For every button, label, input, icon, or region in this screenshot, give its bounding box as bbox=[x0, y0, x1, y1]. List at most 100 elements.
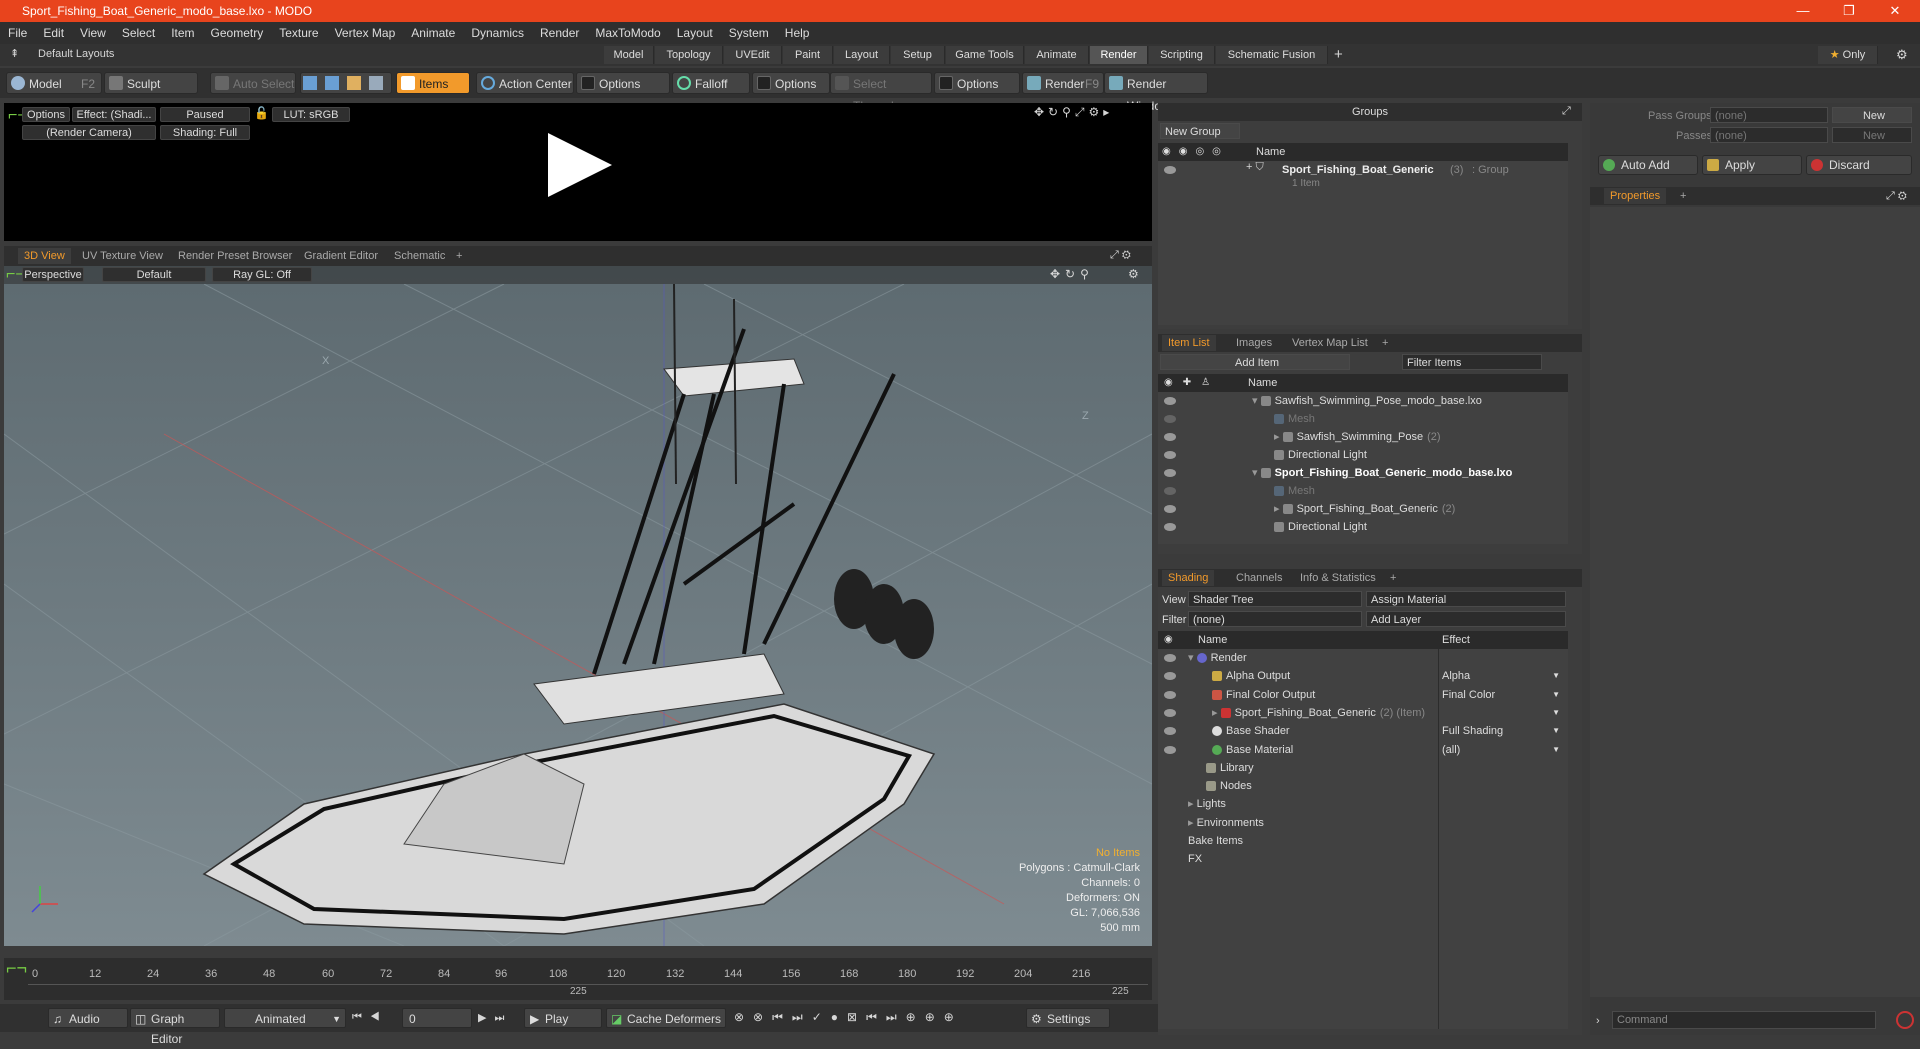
gear-icon[interactable]: ⚙ bbox=[1128, 267, 1139, 281]
shader-row[interactable]: Library bbox=[1206, 759, 1254, 777]
close-button[interactable]: ✕ bbox=[1872, 0, 1918, 22]
effect-dropdown[interactable]: Full Shading ▼ bbox=[1442, 722, 1562, 740]
tab-render-preset-browser[interactable]: Render Preset Browser bbox=[172, 248, 298, 264]
eye-icon[interactable] bbox=[1164, 505, 1176, 513]
falloff-button[interactable]: Falloff bbox=[672, 72, 750, 94]
menu-view[interactable]: View bbox=[72, 26, 114, 40]
raygl-toggle[interactable]: Ray GL: Off bbox=[212, 267, 312, 282]
apply-button[interactable]: Apply bbox=[1702, 155, 1802, 175]
effect-dropdown[interactable]: Alpha ▼ bbox=[1442, 667, 1562, 685]
view-dropdown[interactable]: Shader Tree bbox=[1188, 591, 1362, 607]
tab-item-list[interactable]: Item List bbox=[1162, 335, 1216, 351]
shader-row[interactable]: ▸ Lights bbox=[1188, 795, 1226, 813]
shader-row[interactable]: FX bbox=[1188, 850, 1202, 868]
eye-icon[interactable] bbox=[1164, 451, 1176, 459]
menu-vertex-map[interactable]: Vertex Map bbox=[327, 26, 404, 40]
sculpt-button[interactable]: Sculpt bbox=[104, 72, 198, 94]
paused-toggle[interactable]: Paused bbox=[160, 107, 250, 122]
list-item[interactable]: ▾ Sport_Fishing_Boat_Generic_modo_base.l… bbox=[1252, 464, 1512, 482]
eye-icon[interactable] bbox=[1164, 690, 1176, 699]
tab-shading[interactable]: Shading bbox=[1162, 570, 1215, 586]
list-item[interactable]: Directional Light bbox=[1274, 518, 1367, 536]
falloff-options[interactable]: Options bbox=[752, 72, 830, 94]
shader-row[interactable]: ▸ Environments bbox=[1188, 814, 1264, 832]
list-item[interactable]: ▸ Sawfish_Swimming_Pose (2) bbox=[1274, 428, 1441, 446]
tab-uv-texture-view[interactable]: UV Texture View bbox=[76, 248, 169, 264]
gear-icon[interactable]: ⚙ bbox=[1896, 47, 1908, 63]
render-button[interactable]: Render F9 bbox=[1022, 72, 1104, 94]
shader-row[interactable]: ▾ Render bbox=[1188, 649, 1247, 667]
add-tab-button[interactable]: + bbox=[1674, 188, 1692, 204]
shader-row[interactable]: Final Color Output bbox=[1212, 686, 1315, 704]
minimize-button[interactable]: — bbox=[1780, 0, 1826, 22]
tab-render[interactable]: Render bbox=[1090, 46, 1148, 64]
tab-channels[interactable]: Channels bbox=[1230, 570, 1288, 586]
material-mode-icon[interactable] bbox=[369, 76, 383, 90]
filter-dropdown[interactable]: (none) bbox=[1188, 611, 1362, 627]
new-pass-button[interactable]: New bbox=[1832, 127, 1912, 143]
key-tools-icons[interactable]: ⊗⊗⏮⏭✓●⊠⏮⏭⊕⊕⊕ bbox=[734, 1010, 963, 1025]
expand-icon[interactable]: ⤢ ⚙ bbox=[1886, 187, 1907, 205]
menu-item[interactable]: Item bbox=[163, 26, 202, 40]
eye-icon[interactable] bbox=[1164, 745, 1176, 754]
tab-info-statistics[interactable]: Info & Statistics bbox=[1294, 570, 1382, 586]
menu-maxtomodo[interactable]: MaxToModo bbox=[587, 26, 668, 40]
layouts-dropdown[interactable]: Default Layouts bbox=[38, 48, 114, 60]
new-group-button[interactable]: New Group bbox=[1160, 123, 1240, 139]
cache-deformers-button[interactable]: ◪ Cache Deformers bbox=[606, 1008, 726, 1028]
shader-row[interactable]: Nodes bbox=[1206, 777, 1252, 795]
maximize-button[interactable]: ❐ bbox=[1826, 0, 1872, 22]
tab-properties[interactable]: Properties bbox=[1604, 188, 1667, 204]
eye-icon[interactable] bbox=[1164, 487, 1176, 495]
add-layer-dropdown[interactable]: Add Layer bbox=[1366, 611, 1566, 627]
eye-icon[interactable] bbox=[1164, 469, 1176, 477]
items-mode-button[interactable]: Items bbox=[396, 72, 470, 94]
eye-icon[interactable] bbox=[1164, 433, 1176, 441]
list-item[interactable]: ▾ Sawfish_Swimming_Pose_modo_base.lxo bbox=[1252, 392, 1482, 410]
render-window-button[interactable]: Render Window bbox=[1104, 72, 1208, 113]
pass-groups-dropdown[interactable]: (none) bbox=[1710, 107, 1828, 123]
settings-button[interactable]: ⚙ Settings bbox=[1026, 1008, 1110, 1028]
select-through-button[interactable]: Select Through bbox=[830, 72, 932, 113]
play-icon[interactable] bbox=[548, 133, 612, 197]
polygon-mode-icon[interactable] bbox=[347, 76, 361, 90]
tab-game-tools[interactable]: Game Tools bbox=[946, 46, 1024, 64]
tab-uvedit[interactable]: UVEdit bbox=[724, 46, 782, 64]
menu-select[interactable]: Select bbox=[114, 26, 163, 40]
transport-back-icons[interactable]: ⏮◀ bbox=[352, 1011, 388, 1024]
menu-texture[interactable]: Texture bbox=[271, 26, 326, 40]
view-controls-icons[interactable]: ✥↻⚲⤢⚙▸ bbox=[1034, 105, 1113, 120]
timeline[interactable]: ⌐¬ 0 12 24 36 48 60 72 84 96 108 120 132… bbox=[4, 958, 1152, 1000]
3d-viewport[interactable]: ⌐¬ Perspective Default Ray GL: Off ✥↻⚲ ⚙ bbox=[4, 266, 1152, 946]
shader-row[interactable]: Base Shader bbox=[1212, 722, 1290, 740]
filter-items-input[interactable]: Filter Items bbox=[1402, 354, 1542, 370]
menu-render[interactable]: Render bbox=[532, 26, 587, 40]
menu-help[interactable]: Help bbox=[777, 26, 818, 40]
viewport-default-dropdown[interactable]: Default bbox=[102, 267, 206, 282]
tab-animate[interactable]: Animate bbox=[1025, 46, 1089, 64]
model-mode-button[interactable]: Model F2 bbox=[6, 72, 102, 94]
passes-dropdown[interactable]: (none) bbox=[1710, 127, 1828, 143]
eye-icon[interactable] bbox=[1164, 166, 1176, 174]
menu-edit[interactable]: Edit bbox=[35, 26, 72, 40]
eye-icon[interactable] bbox=[1164, 397, 1176, 405]
tab-model[interactable]: Model bbox=[604, 46, 654, 64]
shader-row[interactable]: ▸ Sport_Fishing_Boat_Generic (2) (Item) bbox=[1212, 704, 1425, 722]
shader-row[interactable]: Base Material bbox=[1212, 741, 1293, 759]
transport-fwd-icons[interactable]: ▶⏭ bbox=[478, 1011, 512, 1025]
effect-dropdown[interactable]: Final Color ▼ bbox=[1442, 686, 1562, 704]
animated-dropdown[interactable]: Animated ▼ bbox=[224, 1008, 346, 1028]
command-input[interactable]: Command bbox=[1612, 1011, 1876, 1029]
tab-vertex-map-list[interactable]: Vertex Map List bbox=[1286, 335, 1374, 351]
only-toggle[interactable]: ★ Only bbox=[1818, 46, 1878, 64]
graph-editor-button[interactable]: ◫ Graph Editor bbox=[130, 1008, 220, 1046]
discard-button[interactable]: Discard bbox=[1806, 155, 1912, 175]
effect-dropdown[interactable]: ▼ bbox=[1442, 704, 1562, 722]
menu-animate[interactable]: Animate bbox=[403, 26, 463, 40]
expand-icon[interactable]: ⤢ bbox=[1562, 105, 1571, 118]
tab-schematic[interactable]: Schematic bbox=[388, 248, 451, 264]
action-center-options[interactable]: Options bbox=[576, 72, 670, 94]
add-tab-button[interactable]: + bbox=[1376, 335, 1394, 351]
select-through-options[interactable]: Options bbox=[934, 72, 1020, 94]
list-item[interactable]: ▸ Sport_Fishing_Boat_Generic (2) bbox=[1274, 500, 1455, 518]
